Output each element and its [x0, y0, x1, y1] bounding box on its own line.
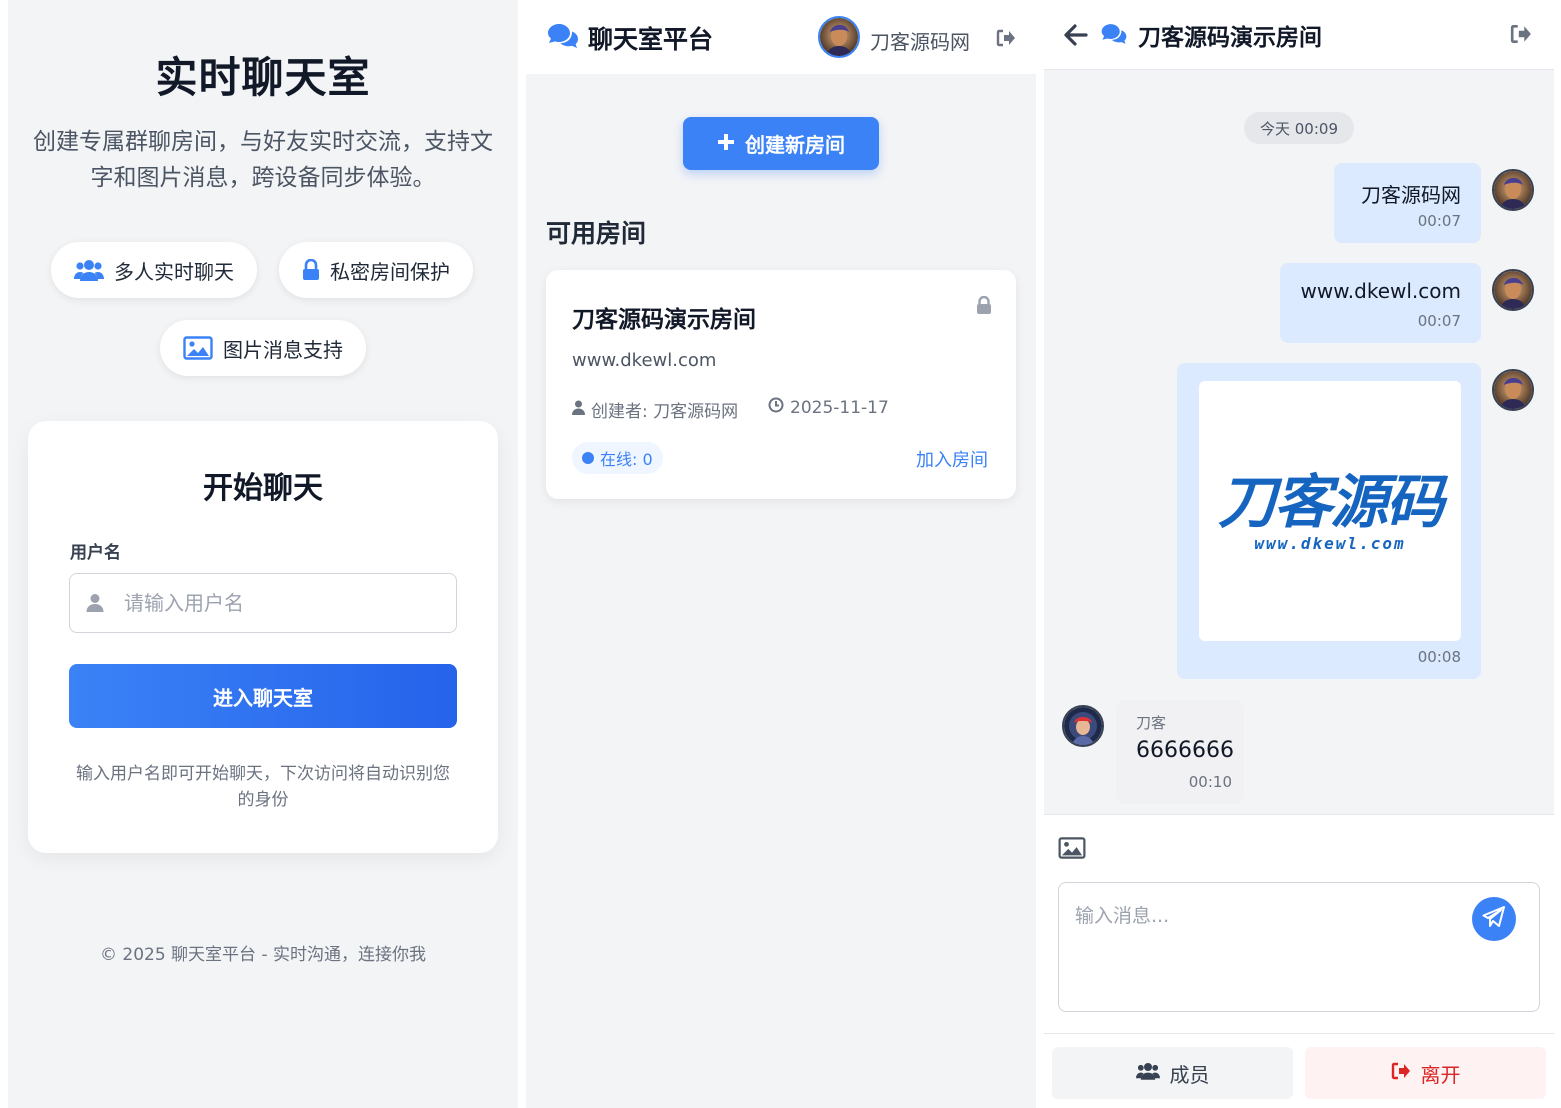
- message-text: 刀客源码网: [1361, 183, 1461, 207]
- message-text: www.dkewl.com: [1300, 279, 1461, 303]
- members-button[interactable]: 成员: [1052, 1047, 1293, 1099]
- username-input[interactable]: [70, 574, 456, 632]
- avatar: [1492, 169, 1534, 211]
- user-avatar[interactable]: [818, 16, 860, 58]
- room-creator-text: 创建者: 刀客源码网: [591, 402, 739, 422]
- message-time: 00:07: [1417, 312, 1461, 330]
- feature-label: 图片消息支持: [223, 337, 343, 362]
- feature-label: 私密房间保护: [330, 259, 450, 284]
- send-button[interactable]: [1472, 897, 1516, 941]
- room-list-panel: 聊天室平台 刀客源码网 创建新房间 可用房间 刀客源码演示房间 www.dkew…: [526, 0, 1036, 1108]
- message-composer: 成员 离开: [1044, 814, 1554, 1108]
- date-badge: 今天 00:09: [1244, 112, 1354, 144]
- room-date: 2025-11-17: [768, 397, 889, 418]
- message-time: 00:10: [1188, 773, 1232, 791]
- members-label: 成员: [1169, 1062, 1210, 1087]
- image-upload-icon[interactable]: [1058, 837, 1086, 863]
- message-bubble: 刀客 6666666 00:10: [1116, 700, 1244, 804]
- comments-icon: [1100, 22, 1128, 50]
- user-icon: [86, 593, 104, 617]
- avatar: [1492, 269, 1534, 311]
- feature-private-room: 私密房间保护: [279, 242, 473, 298]
- avatar: [1062, 705, 1104, 747]
- plus-icon: [717, 132, 735, 156]
- message-time: 00:07: [1417, 212, 1461, 230]
- create-room-button[interactable]: 创建新房间: [683, 117, 879, 170]
- sign-out-icon: [1391, 1061, 1411, 1085]
- message-text: 6666666: [1136, 738, 1234, 763]
- arrow-left-icon[interactable]: [1064, 24, 1088, 50]
- room-list-header: 聊天室平台 刀客源码网: [526, 0, 1036, 74]
- chat-header: 刀客源码演示房间: [1044, 0, 1554, 70]
- image-logo-url: www.dkewl.com: [1254, 533, 1406, 553]
- logout-icon[interactable]: [1510, 24, 1532, 48]
- message-sender: 刀客: [1136, 714, 1167, 732]
- paper-plane-icon: [1482, 906, 1506, 932]
- username-field[interactable]: [69, 573, 457, 633]
- current-username: 刀客源码网: [870, 30, 970, 54]
- room-creator: 创建者: 刀客源码网: [572, 397, 738, 422]
- avatar: [1492, 369, 1534, 411]
- feature-label: 多人实时聊天: [114, 259, 234, 284]
- leave-button[interactable]: 离开: [1305, 1047, 1546, 1099]
- feature-image-message: 图片消息支持: [160, 320, 366, 376]
- clock-icon: [768, 397, 784, 418]
- room-date-text: 2025-11-17: [790, 397, 889, 418]
- user-icon: [572, 400, 585, 420]
- login-hint: 输入用户名即可开始聊天，下次访问将自动识别您的身份: [76, 764, 450, 810]
- message-input-box[interactable]: [1058, 882, 1540, 1012]
- chat-panel: 刀客源码演示房间 今天 00:09 刀客源码网 00:07 www.dkewl.…: [1044, 0, 1554, 1108]
- login-card: 开始聊天 用户名 进入聊天室 输入用户名即可开始聊天，下次访问将自动识别您的身份: [28, 421, 498, 853]
- enter-chat-button[interactable]: 进入聊天室: [69, 664, 457, 728]
- lock-icon: [976, 295, 992, 319]
- comments-icon: [546, 22, 580, 54]
- username-label: 用户名: [70, 543, 121, 563]
- room-name: 刀客源码演示房间: [572, 307, 756, 333]
- message-bubble: 刀客源码网 00:07: [1334, 163, 1481, 243]
- create-room-label: 创建新房间: [745, 133, 845, 157]
- image-message-bubble: 刀客源码 www.dkewl.com 00:08: [1177, 363, 1481, 679]
- online-badge: 在线: 0: [572, 442, 663, 474]
- message-bubble: www.dkewl.com 00:07: [1280, 263, 1481, 343]
- lock-icon: [302, 259, 320, 281]
- image-icon: [183, 336, 213, 360]
- available-rooms-title: 可用房间: [546, 219, 647, 248]
- message-input[interactable]: [1059, 883, 1539, 1011]
- message-time: 00:08: [1417, 648, 1461, 666]
- online-dot-icon: [582, 452, 594, 464]
- chat-room-name: 刀客源码演示房间: [1138, 25, 1322, 51]
- room-card[interactable]: 刀客源码演示房间 www.dkewl.com 创建者: 刀客源码网 2025-1…: [546, 270, 1016, 499]
- leave-label: 离开: [1420, 1062, 1461, 1087]
- join-room-link[interactable]: 加入房间: [916, 446, 988, 472]
- users-icon: [1135, 1061, 1160, 1086]
- login-card-title: 开始聊天: [203, 471, 323, 506]
- image-attachment[interactable]: 刀客源码 www.dkewl.com: [1199, 381, 1461, 641]
- login-title: 实时聊天室: [155, 53, 371, 102]
- login-panel: 实时聊天室 创建专属群聊房间，与好友实时交流，支持文字和图片消息，跨设备同步体验…: [8, 0, 518, 1108]
- room-description: www.dkewl.com: [572, 350, 717, 371]
- login-description: 创建专属群聊房间，与好友实时交流，支持文字和图片消息，跨设备同步体验。: [33, 129, 493, 191]
- app-name: 聊天室平台: [588, 25, 714, 54]
- login-footer: © 2025 聊天室平台 - 实时沟通，连接你我: [99, 945, 426, 965]
- online-count: 在线: 0: [600, 450, 653, 469]
- users-icon: [74, 258, 104, 282]
- image-logo-text: 刀客源码: [1217, 467, 1444, 536]
- feature-multi-chat: 多人实时聊天: [51, 242, 257, 298]
- divider: [1044, 1033, 1554, 1034]
- logout-icon[interactable]: [996, 29, 1016, 51]
